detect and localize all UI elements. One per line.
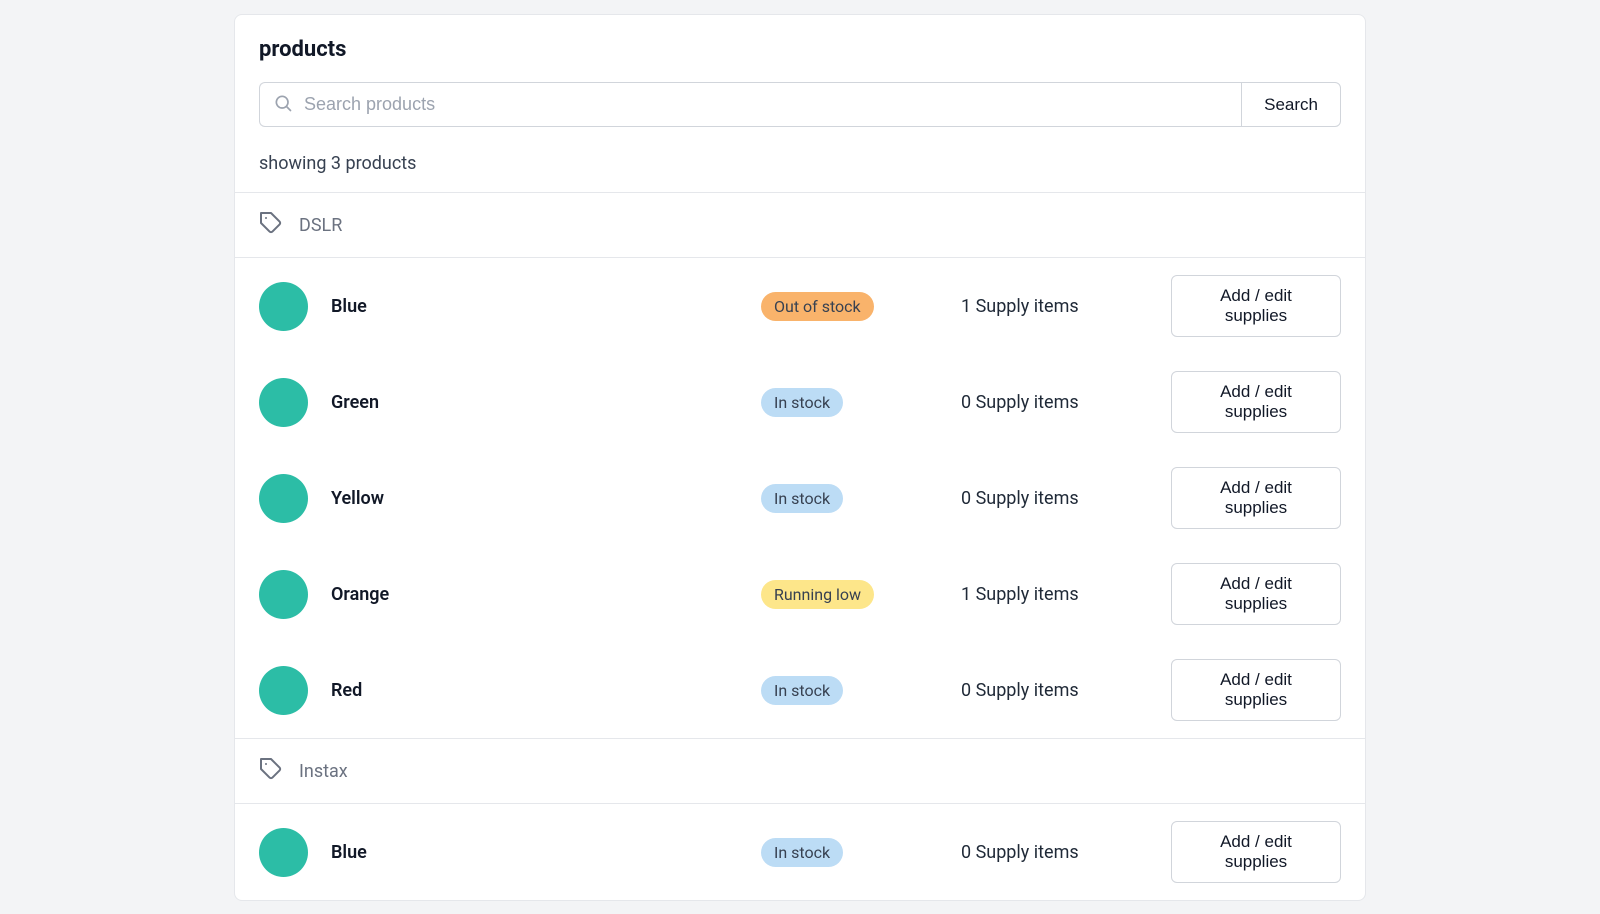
status-badge: In stock (761, 484, 843, 513)
group-label: DSLR (299, 215, 342, 236)
supply-count: 1 Supply items (961, 584, 1171, 605)
product-name: Orange (331, 584, 761, 605)
group-label: Instax (299, 761, 348, 782)
group-header: DSLR (235, 192, 1365, 258)
product-name: Yellow (331, 488, 761, 509)
status-badge: In stock (761, 676, 843, 705)
add-edit-supplies-button[interactable]: Add / edit supplies (1171, 563, 1341, 625)
product-swatch (259, 474, 308, 523)
tag-icon (259, 211, 283, 239)
supply-count: 0 Supply items (961, 842, 1171, 863)
page-title: products (259, 37, 1341, 62)
add-edit-supplies-button[interactable]: Add / edit supplies (1171, 659, 1341, 721)
add-edit-supplies-button[interactable]: Add / edit supplies (1171, 467, 1341, 529)
product-swatch (259, 828, 308, 877)
supply-count: 0 Supply items (961, 392, 1171, 413)
group-header: Instax (235, 738, 1365, 804)
status-badge: In stock (761, 388, 843, 417)
product-swatch (259, 666, 308, 715)
product-row: RedIn stock 0 Supply itemsAdd / edit supp… (235, 642, 1365, 738)
product-row: YellowIn stock 0 Supply itemsAdd / edit s… (235, 450, 1365, 546)
product-row: BlueOut of stock 1 Supply itemsAdd / edit… (235, 258, 1365, 354)
product-swatch (259, 282, 308, 331)
supply-count: 0 Supply items (961, 680, 1171, 701)
search-button[interactable]: Search (1241, 82, 1341, 127)
supply-count: 0 Supply items (961, 488, 1171, 509)
add-edit-supplies-button[interactable]: Add / edit supplies (1171, 371, 1341, 433)
product-name: Green (331, 392, 761, 413)
search-input[interactable] (259, 82, 1241, 127)
search-row: Search (259, 82, 1341, 127)
product-row: OrangeRunning low 1 Supply itemsAdd / edi… (235, 546, 1365, 642)
card-header: products Search showing 3 products (235, 15, 1365, 192)
tag-icon (259, 757, 283, 785)
search-icon (273, 93, 293, 117)
product-name: Blue (331, 842, 761, 863)
supply-count: 1 Supply items (961, 296, 1171, 317)
product-name: Blue (331, 296, 761, 317)
product-name: Red (331, 680, 761, 701)
result-count: showing 3 products (259, 153, 1341, 174)
add-edit-supplies-button[interactable]: Add / edit supplies (1171, 821, 1341, 883)
status-badge: In stock (761, 838, 843, 867)
product-row: BlueIn stock 0 Supply itemsAdd / edit sup… (235, 804, 1365, 900)
add-edit-supplies-button[interactable]: Add / edit supplies (1171, 275, 1341, 337)
status-badge: Out of stock (761, 292, 874, 321)
product-row: GreenIn stock 0 Supply itemsAdd / edit su… (235, 354, 1365, 450)
product-groups: DSLRBlueOut of stock1 Supply itemsAdd / … (235, 192, 1365, 900)
product-swatch (259, 378, 308, 427)
status-badge: Running low (761, 580, 874, 609)
products-card: products Search showing 3 products DSLR B… (234, 14, 1366, 901)
product-swatch (259, 570, 308, 619)
search-wrap (259, 82, 1241, 127)
